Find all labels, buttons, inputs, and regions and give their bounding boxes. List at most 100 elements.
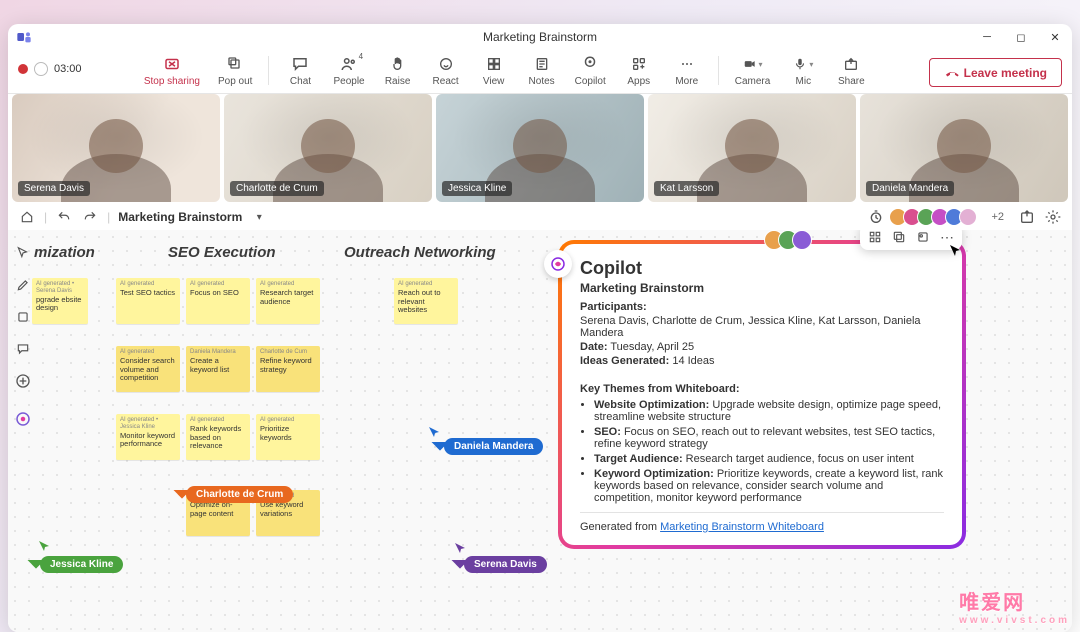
video-strip: Serena Davis Charlotte de Crum Jessica K… (8, 94, 1072, 204)
apps-icon (629, 54, 649, 74)
titlebar: Marketing Brainstorm ─ ◻ ✕ (8, 24, 1072, 50)
raise-button[interactable]: Raise (377, 52, 419, 89)
raise-hand-icon (388, 54, 408, 74)
sticky-note[interactable]: Daniela ManderaCreate a keyword list (186, 346, 250, 392)
leave-meeting-button[interactable]: Leave meeting (929, 58, 1062, 87)
react-button[interactable]: React (425, 52, 467, 89)
mic-button[interactable]: ▾ Mic (782, 52, 824, 89)
copilot-icon (580, 54, 600, 74)
sticky-note[interactable]: AI generatedPrioritize keywords (256, 414, 320, 460)
themes-heading: Key Themes from Whiteboard: (580, 383, 740, 395)
recording-timer: 03:00 (18, 62, 82, 76)
sticky-note[interactable]: AI generatedConsider search volume and c… (116, 346, 180, 392)
popout-button[interactable]: Pop out (212, 52, 258, 89)
video-tile[interactable]: Daniela Mandera (860, 94, 1068, 202)
comment-tool[interactable] (12, 338, 34, 360)
react-icon (436, 54, 456, 74)
stop-sharing-icon (162, 54, 182, 74)
people-icon: 4 (339, 54, 359, 74)
copilot-card[interactable]: Copilot Marketing Brainstorm Participant… (558, 240, 966, 549)
export-icon[interactable] (914, 230, 932, 246)
sticky-note[interactable]: AI generatedReach out to relevant websit… (394, 278, 458, 324)
video-tile[interactable]: Charlotte de Crum (224, 94, 432, 202)
copilot-button[interactable]: Copilot (569, 52, 612, 89)
extra-count[interactable]: +2 (991, 211, 1004, 223)
redo-icon[interactable] (81, 208, 99, 226)
hangup-icon (940, 62, 962, 84)
apps-button[interactable]: Apps (618, 52, 660, 89)
settings-icon[interactable] (1044, 208, 1062, 226)
add-tool[interactable] (12, 370, 34, 392)
cursor-label: Charlotte de Crum (186, 486, 293, 503)
pen-tool[interactable] (12, 274, 34, 296)
window-title: Marketing Brainstorm (483, 30, 597, 44)
video-tile[interactable]: Kat Larsson (648, 94, 856, 202)
people-button[interactable]: 4 People (327, 52, 370, 89)
copilot-bullets: Website Optimization: Upgrade website de… (594, 399, 944, 504)
whiteboard-bar: | | Marketing Brainstorm ▾ +2 (8, 204, 1072, 230)
whiteboard-link[interactable]: Marketing Brainstorm Whiteboard (660, 521, 824, 533)
sticky-note[interactable]: AI generated • Serena Davispgrade ebsite… (32, 278, 88, 324)
video-tile[interactable]: Serena Davis (12, 94, 220, 202)
record-ring-icon (34, 62, 48, 76)
whiteboard-title[interactable]: Marketing Brainstorm (118, 210, 242, 224)
view-button[interactable]: View (473, 52, 515, 89)
sticky-note[interactable]: AI generatedResearch target audience (256, 278, 320, 324)
more-icon (677, 54, 697, 74)
sticky-note[interactable]: AI generated • Jessica KlineMonitor keyw… (116, 414, 180, 460)
cursor-label: Jessica Kline (40, 556, 123, 573)
sticky-note[interactable]: AI generatedTest SEO tactics (116, 278, 180, 324)
home-icon[interactable] (18, 208, 36, 226)
notes-icon (532, 54, 552, 74)
maximize-button[interactable]: ◻ (1004, 24, 1038, 50)
copilot-participants: Serena Davis, Charlotte de Crum, Jessica… (580, 315, 944, 339)
notes-button[interactable]: Notes (521, 52, 563, 89)
record-icon (18, 64, 28, 74)
teams-app-icon (16, 29, 32, 45)
cursor-label: Daniela Mandera (444, 438, 543, 455)
more-button[interactable]: More (666, 52, 708, 89)
undo-icon[interactable] (55, 208, 73, 226)
meeting-toolbar: 03:00 Stop sharing Pop out Chat 4 Pe (8, 50, 1072, 94)
view-icon (484, 54, 504, 74)
watermark: 唯爱网 www.vivst.com (959, 586, 1070, 626)
sticky-note[interactable]: AI generatedRank keywords based on relev… (186, 414, 250, 460)
grid-icon[interactable] (866, 230, 884, 246)
app-window: Marketing Brainstorm ─ ◻ ✕ 03:00 Stop sh… (8, 24, 1072, 632)
timer-text: 03:00 (54, 63, 82, 75)
share-out-icon[interactable] (1018, 208, 1036, 226)
sticky-note[interactable]: Charlotte de CumRefine keyword strategy (256, 346, 320, 392)
generated-from: Generated from Marketing Brainstorm Whit… (580, 521, 944, 533)
column-title: SEO Execution (168, 244, 276, 261)
copilot-logo-icon (544, 250, 572, 278)
mic-icon: ▾ (793, 54, 813, 74)
share-icon (841, 54, 861, 74)
minimize-button[interactable]: ─ (970, 24, 1004, 50)
window-controls: ─ ◻ ✕ (970, 24, 1072, 50)
chat-button[interactable]: Chat (279, 52, 321, 89)
column-title: mization (34, 244, 95, 261)
chat-icon (290, 54, 310, 74)
copilot-toolbar: ⋯ (860, 230, 962, 250)
copilot-presence (770, 230, 812, 250)
copilot-title: Copilot (580, 258, 944, 279)
presence-avatars[interactable] (893, 208, 977, 226)
note-tool[interactable] (12, 306, 34, 328)
cursor-label: Serena Davis (464, 556, 547, 573)
cursor-tool[interactable] (12, 242, 34, 264)
popout-icon (225, 54, 245, 74)
camera-button[interactable]: ▾ Camera (729, 52, 777, 89)
close-button[interactable]: ✕ (1038, 24, 1072, 50)
copilot-tool[interactable] (12, 408, 34, 430)
stop-sharing-button[interactable]: Stop sharing (138, 52, 206, 89)
chevron-down-icon[interactable]: ▾ (250, 208, 268, 226)
camera-icon: ▾ (743, 54, 763, 74)
copilot-subtitle: Marketing Brainstorm (580, 281, 944, 295)
whiteboard-canvas[interactable]: mization SEO Execution Outreach Networki… (8, 230, 1072, 632)
share-button[interactable]: Share (830, 52, 872, 89)
timer-icon[interactable] (867, 208, 885, 226)
copy-icon[interactable] (890, 230, 908, 246)
sticky-note[interactable]: AI generatedFocus on SEO (186, 278, 250, 324)
column-title: Outreach Networking (344, 244, 496, 261)
video-tile[interactable]: Jessica Kline (436, 94, 644, 202)
